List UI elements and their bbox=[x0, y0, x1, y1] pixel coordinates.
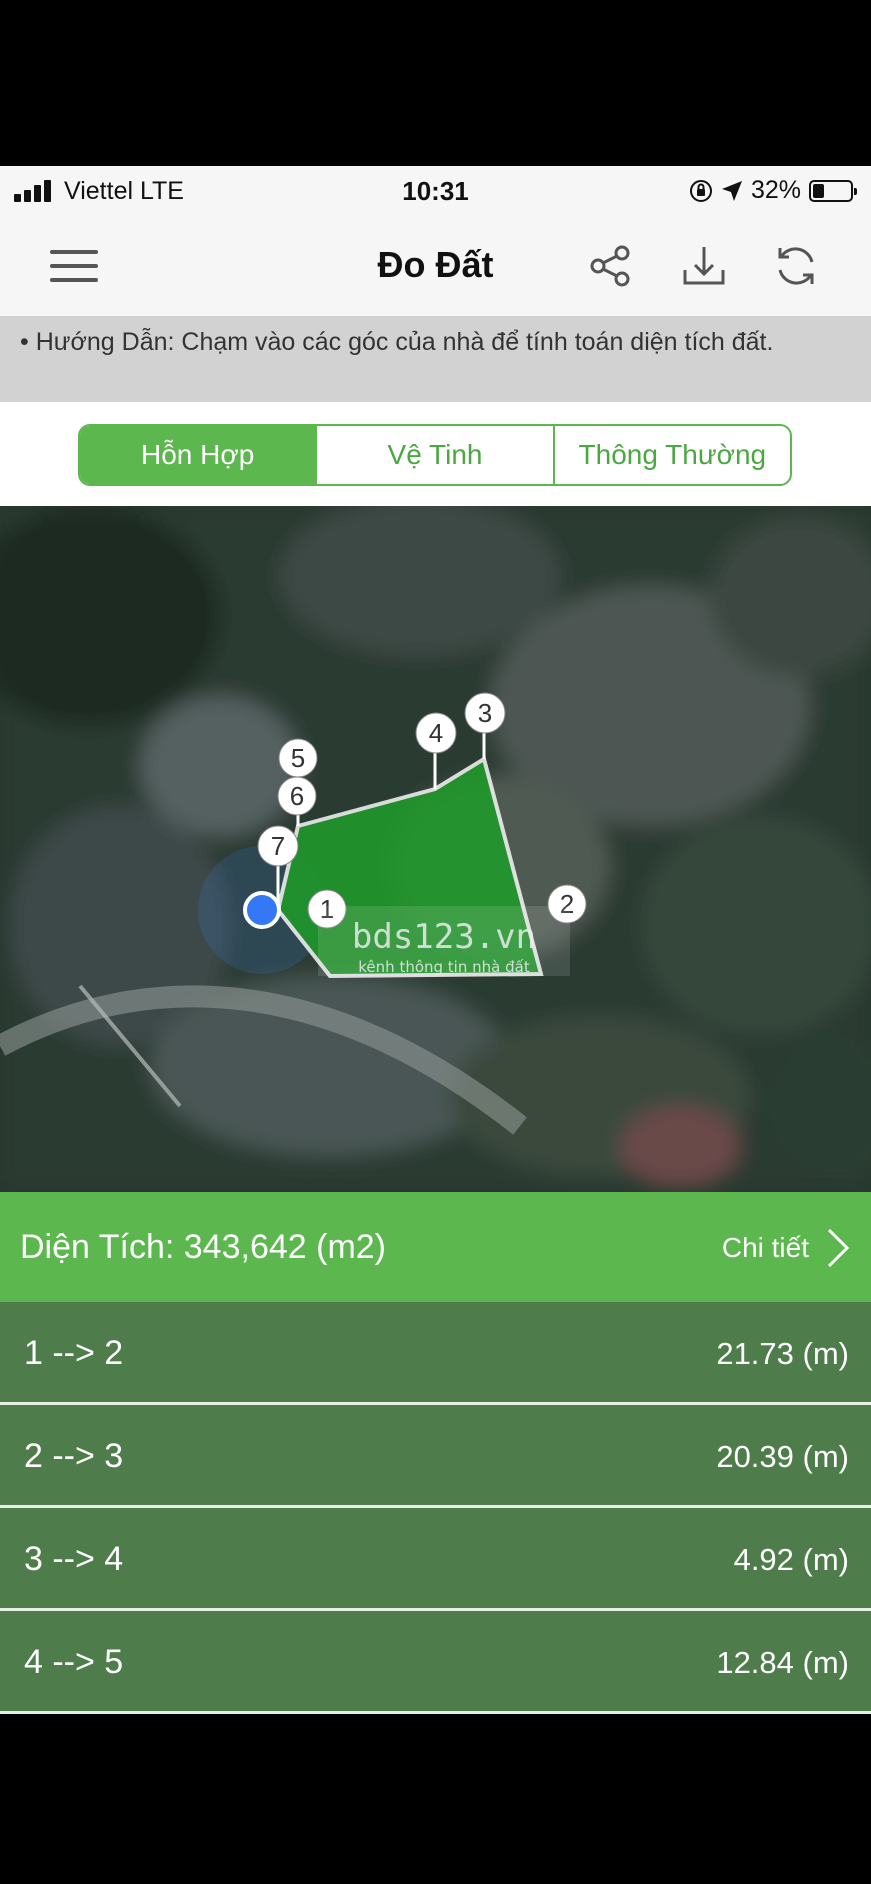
segment-distance: 4.92 (m) bbox=[733, 1542, 849, 1577]
map-mode-standard[interactable]: Thông Thường bbox=[555, 426, 790, 484]
vertex-marker-6[interactable]: 6 bbox=[277, 776, 317, 816]
status-right: 32% bbox=[689, 176, 857, 205]
segment-row[interactable]: 4 --> 5 12.84 (m) bbox=[0, 1611, 871, 1714]
segment-distance: 21.73 (m) bbox=[716, 1336, 849, 1371]
orientation-lock-icon bbox=[689, 179, 712, 202]
page-title: Đo Đất bbox=[377, 244, 494, 285]
nav-bar: Đo Đất bbox=[0, 216, 871, 316]
vertex-marker-7[interactable]: 7 bbox=[257, 825, 299, 867]
satellite-map[interactable]: 1 2 3 4 5 6 7 bds123.vn kênh thông tin n… bbox=[0, 506, 871, 1192]
vertex-marker-5-label: 5 bbox=[291, 743, 305, 773]
vertex-marker-4[interactable]: 4 bbox=[415, 712, 457, 754]
current-location-dot bbox=[243, 891, 281, 929]
segment-distance: 12.84 (m) bbox=[716, 1645, 849, 1680]
svg-text:bds123.vn: bds123.vn bbox=[352, 917, 536, 957]
watermark-logo: bds123.vn kênh thông tin nhà đất bbox=[318, 906, 570, 976]
segment-label: 3 --> 4 bbox=[24, 1540, 124, 1578]
segment-label: 1 --> 2 bbox=[24, 1334, 124, 1372]
segment-list: 1 --> 2 21.73 (m) 2 --> 3 20.39 (m) 3 --… bbox=[0, 1302, 871, 1714]
chevron-right-icon[interactable] bbox=[823, 1226, 853, 1270]
vertex-marker-4-label: 4 bbox=[429, 718, 443, 748]
segment-row[interactable]: 1 --> 2 21.73 (m) bbox=[0, 1302, 871, 1405]
share-icon[interactable] bbox=[586, 242, 634, 290]
segment-label: 4 --> 5 bbox=[24, 1643, 124, 1681]
detail-link[interactable]: Chi tiết bbox=[722, 1232, 809, 1264]
segment-row[interactable]: 3 --> 4 4.92 (m) bbox=[0, 1508, 871, 1611]
area-summary-bar[interactable]: Diện Tích: 343,642 (m2) Chi tiết bbox=[0, 1192, 871, 1302]
instruction-hint: • Hướng Dẫn: Chạm vào các góc của nhà để… bbox=[0, 316, 871, 402]
segment-row[interactable]: 2 --> 3 20.39 (m) bbox=[0, 1405, 871, 1508]
download-icon[interactable] bbox=[680, 242, 728, 290]
area-label: Diện Tích: 343,642 (m2) bbox=[20, 1228, 386, 1266]
vertex-marker-6-label: 6 bbox=[290, 781, 304, 811]
app-screen: Viettel LTE 10:31 32% Đo Đất • Hướng Dẫn… bbox=[0, 166, 871, 1714]
vertex-marker-3-label: 3 bbox=[478, 698, 492, 728]
vertex-marker-7-label: 7 bbox=[271, 831, 285, 861]
location-arrow-icon bbox=[721, 180, 742, 201]
status-bar: Viettel LTE 10:31 32% bbox=[0, 166, 871, 216]
map-mode-segmented-control: Hỗn Hợp Vệ Tinh Thông Thường bbox=[78, 424, 792, 486]
svg-text:kênh thông tin nhà đất: kênh thông tin nhà đất bbox=[358, 958, 530, 976]
segment-label: 2 --> 3 bbox=[24, 1437, 124, 1475]
map-mode-bar: Hỗn Hợp Vệ Tinh Thông Thường bbox=[0, 402, 871, 506]
map-mode-hybrid[interactable]: Hỗn Hợp bbox=[80, 426, 318, 484]
vertex-marker-5[interactable]: 5 bbox=[278, 738, 318, 778]
battery-icon bbox=[809, 179, 857, 202]
segment-distance: 20.39 (m) bbox=[716, 1439, 849, 1474]
battery-percent: 32% bbox=[750, 176, 801, 204]
vertex-marker-3[interactable]: 3 bbox=[464, 692, 506, 734]
map-mode-satellite[interactable]: Vệ Tinh bbox=[317, 426, 555, 484]
map-canvas[interactable]: 1 2 3 4 5 6 7 bds123.vn kênh thông tin n… bbox=[0, 506, 871, 1192]
refresh-icon[interactable] bbox=[772, 242, 820, 290]
